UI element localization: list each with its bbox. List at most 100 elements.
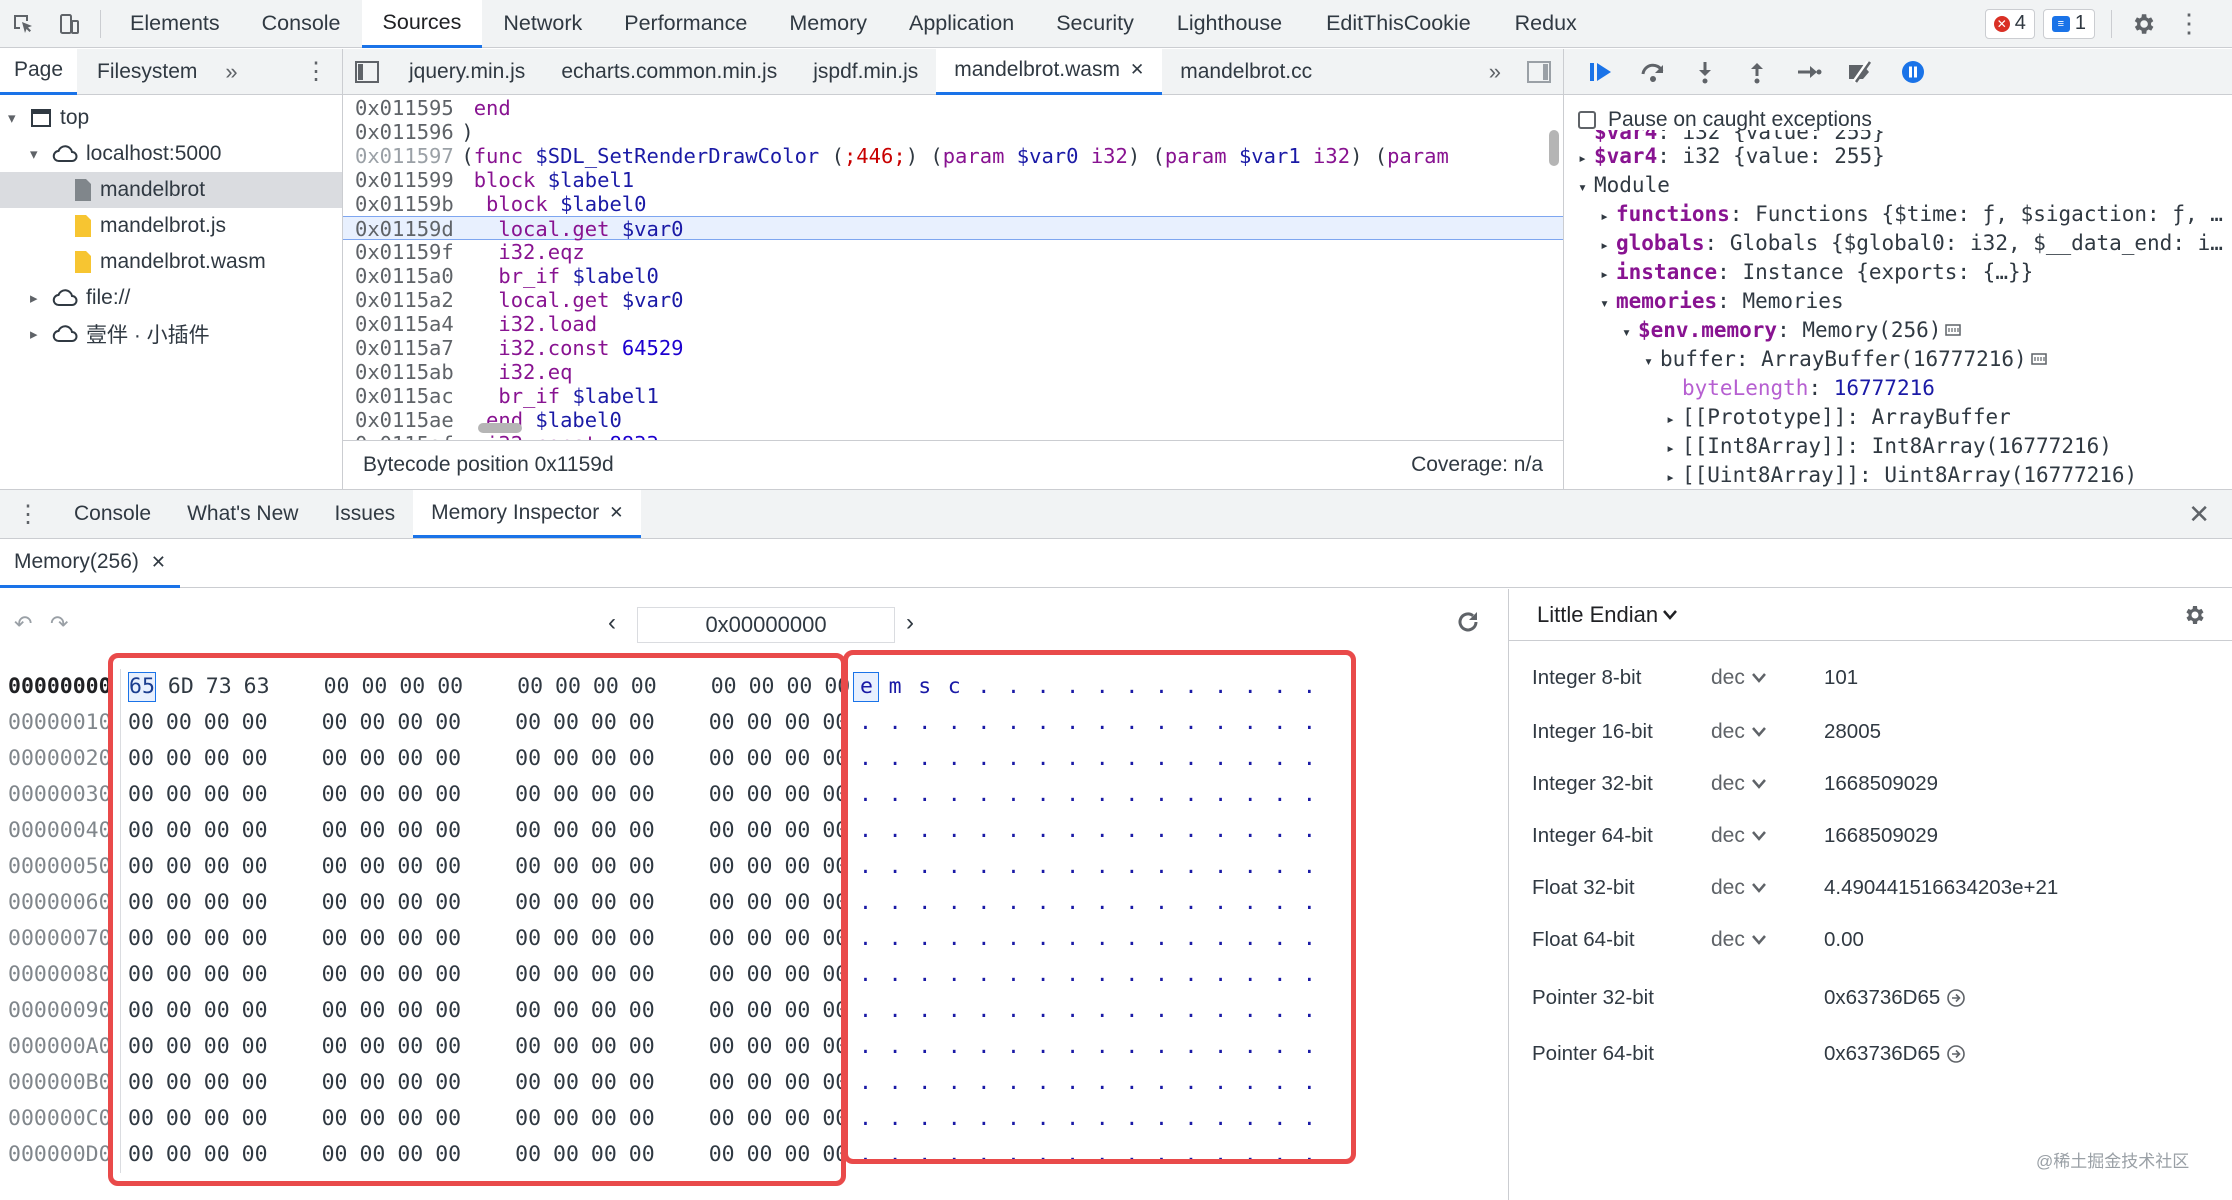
coverage-status[interactable]: Coverage: n/a: [1411, 453, 1543, 477]
code-line[interactable]: 0x0115a7 i32.const 64529: [343, 336, 1563, 360]
code-line[interactable]: 0x0115ac br_if $label1: [343, 384, 1563, 408]
format-select[interactable]: dec: [1711, 928, 1824, 952]
code-line[interactable]: 0x011599 block $label1: [343, 168, 1563, 192]
chevron-down-icon[interactable]: [1751, 778, 1767, 790]
collapse-arrow-icon[interactable]: ▸: [1578, 144, 1594, 173]
step-out-icon[interactable]: [1734, 48, 1780, 96]
collapse-arrow-icon[interactable]: ▸: [1600, 231, 1616, 260]
tree-item[interactable]: mandelbrot.js: [0, 208, 342, 244]
collapse-arrow-icon[interactable]: ▸: [1666, 463, 1682, 488]
memory-instance-tab[interactable]: Memory(256) ✕: [0, 539, 180, 588]
value-text[interactable]: 0x63736D65: [1824, 1042, 1940, 1066]
previous-page-icon[interactable]: ‹: [608, 609, 616, 637]
collapse-arrow-icon[interactable]: [1578, 132, 1594, 136]
value-settings-gear-icon[interactable]: [2182, 603, 2206, 627]
tree-item[interactable]: ▸ 壹伴 · 小插件: [0, 316, 342, 352]
drawer-menu-icon[interactable]: ⋮: [0, 491, 56, 537]
tab-console[interactable]: Console: [241, 0, 362, 48]
tree-item[interactable]: ▸ file://: [0, 280, 342, 316]
expand-arrow-icon[interactable]: ▾: [1578, 173, 1594, 202]
drawer-tab[interactable]: Issues: [316, 490, 413, 538]
collapse-arrow-icon[interactable]: [1666, 376, 1682, 405]
tab-redux[interactable]: Redux: [1493, 0, 1599, 48]
tab-lighthouse[interactable]: Lighthouse: [1155, 0, 1304, 48]
value-text[interactable]: 0x63736D65: [1824, 986, 1940, 1010]
close-drawer-icon[interactable]: ✕: [2166, 491, 2232, 537]
code-line[interactable]: 0x0115a2 local.get $var0: [343, 288, 1563, 312]
chevron-down-icon[interactable]: [1751, 726, 1767, 738]
more-editor-tabs-icon[interactable]: »: [1475, 49, 1515, 95]
tree-item[interactable]: ▾ localhost:5000: [0, 136, 342, 172]
close-tab-icon[interactable]: ✕: [1130, 60, 1144, 80]
code-line[interactable]: 0x011596 ): [343, 120, 1563, 144]
memory-inspector-icon[interactable]: [1945, 323, 1962, 337]
collapse-arrow-icon[interactable]: ▸: [1600, 260, 1616, 289]
vertical-scrollbar[interactable]: [1549, 130, 1559, 166]
errors-badge[interactable]: ✕ 4: [1984, 8, 2035, 39]
tab-security[interactable]: Security: [1035, 0, 1155, 48]
chevron-down-icon[interactable]: [1751, 672, 1767, 684]
editor-tab[interactable]: jspdf.min.js: [795, 49, 936, 95]
code-line[interactable]: 0x0115af i32.const 8833: [343, 432, 1563, 440]
format-select[interactable]: dec: [1711, 824, 1824, 848]
tab-page[interactable]: Page: [0, 48, 78, 95]
step-into-icon[interactable]: [1682, 48, 1728, 96]
navigator-menu-icon[interactable]: ⋮: [290, 49, 342, 95]
tab-network[interactable]: Network: [482, 0, 603, 48]
chevron-down-icon[interactable]: [1751, 934, 1767, 946]
pause-caught-checkbox[interactable]: [1578, 111, 1596, 129]
scope-item[interactable]: ▾ $env.memory: Memory(256): [1564, 316, 2232, 345]
jump-to-address-icon[interactable]: [1946, 988, 1966, 1008]
resume-icon[interactable]: [1578, 48, 1624, 96]
drawer-tab[interactable]: Console: [56, 490, 169, 538]
endianness-select[interactable]: Little Endian: [1537, 602, 1658, 628]
format-select[interactable]: dec: [1711, 720, 1824, 744]
scope-item[interactable]: ▸ [[Prototype]]: ArrayBuffer: [1564, 403, 2232, 432]
tab-editthiscookie[interactable]: EditThisCookie: [1304, 0, 1493, 48]
tree-item[interactable]: mandelbrot.wasm: [0, 244, 342, 280]
step-icon[interactable]: [1786, 48, 1832, 96]
drawer-tab[interactable]: Memory Inspector ✕: [413, 490, 642, 538]
editor-tab[interactable]: mandelbrot.cc: [1162, 49, 1330, 95]
tree-item[interactable]: mandelbrot: [0, 172, 342, 208]
tab-filesystem[interactable]: Filesystem: [83, 49, 211, 95]
editor-tab[interactable]: mandelbrot.wasm ✕: [936, 48, 1163, 95]
scope-item[interactable]: ▸ functions: Functions {$time: ƒ, $sigact…: [1564, 200, 2232, 229]
scope-item[interactable]: ▾ Module: [1564, 171, 2232, 200]
toggle-debugger-icon[interactable]: [1515, 49, 1563, 95]
more-options-icon[interactable]: ⋮: [2166, 0, 2212, 48]
messages-badge[interactable]: ≡ 1: [2042, 8, 2095, 39]
format-select[interactable]: dec: [1711, 772, 1824, 796]
code-line[interactable]: 0x01159b block $label0: [343, 192, 1563, 216]
expand-arrow-icon[interactable]: ▾: [1622, 318, 1638, 347]
drawer-tab[interactable]: What's New: [169, 490, 316, 538]
collapse-arrow-icon[interactable]: ▸: [1666, 405, 1682, 434]
collapse-arrow-icon[interactable]: ▸: [1600, 202, 1616, 231]
tab-application[interactable]: Application: [888, 0, 1035, 48]
address-input[interactable]: 0x00000000: [637, 607, 895, 643]
inspect-element-icon[interactable]: [0, 0, 46, 48]
code-line[interactable]: 0x0115ae end $label0: [343, 408, 1563, 432]
scope-item[interactable]: $var4: i32 {value: 255}: [1564, 130, 2232, 142]
scope-item[interactable]: ▾ memories: Memories: [1564, 287, 2232, 316]
tree-item[interactable]: ▾ top: [0, 100, 342, 136]
expand-arrow-icon[interactable]: ▾: [1644, 347, 1660, 376]
settings-gear-icon[interactable]: [2120, 0, 2166, 48]
horizontal-scrollbar[interactable]: [478, 423, 522, 433]
code-editor[interactable]: 0x011595 end 0x011596 ) 0x011597 (func $SD…: [343, 96, 1563, 440]
scope-item[interactable]: ▸ globals: Globals {$global0: i32, $__dat…: [1564, 229, 2232, 258]
jump-to-address-icon[interactable]: [1946, 1044, 1966, 1064]
code-line[interactable]: 0x01159d local.get $var0: [343, 216, 1563, 241]
step-over-icon[interactable]: [1630, 48, 1676, 96]
tab-performance[interactable]: Performance: [603, 0, 768, 48]
editor-tab[interactable]: echarts.common.min.js: [543, 49, 795, 95]
memory-inspector-icon[interactable]: [2030, 352, 2047, 366]
code-line[interactable]: 0x011595 end: [343, 96, 1563, 120]
more-tabs-icon[interactable]: »: [211, 49, 251, 95]
chevron-down-icon[interactable]: [1662, 603, 1678, 627]
tab-memory[interactable]: Memory: [768, 0, 888, 48]
scope-item[interactable]: ▾ buffer: ArrayBuffer(16777216): [1564, 345, 2232, 374]
chevron-down-icon[interactable]: [1751, 830, 1767, 842]
code-line[interactable]: 0x0115a0 br_if $label0: [343, 264, 1563, 288]
redo-history-icon[interactable]: ↷: [50, 611, 68, 637]
